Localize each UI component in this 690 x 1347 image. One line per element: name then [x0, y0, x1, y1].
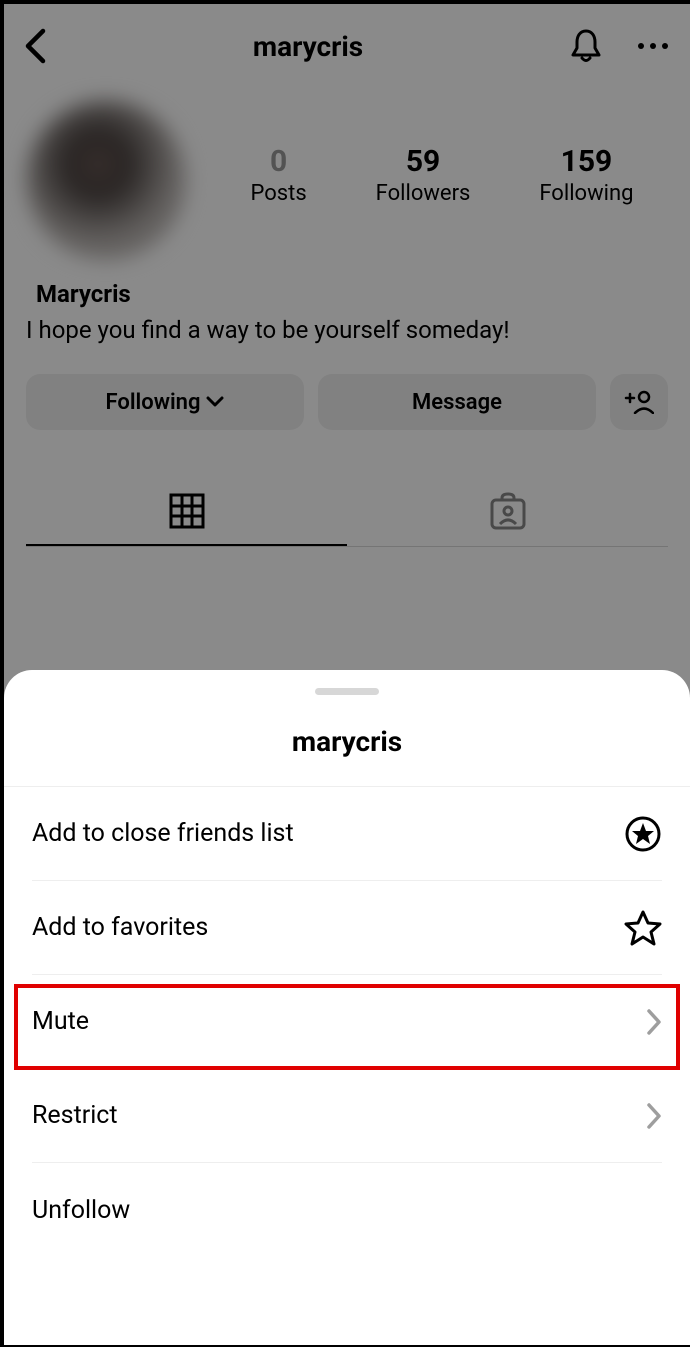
sheet-title: marycris — [4, 725, 690, 787]
sheet-item-favorites[interactable]: Add to favorites — [32, 881, 662, 975]
sheet-item-close-friends[interactable]: Add to close friends list — [32, 787, 662, 881]
sheet-item-restrict[interactable]: Restrict — [32, 1069, 662, 1163]
star-icon — [624, 909, 662, 947]
chevron-right-icon — [646, 1008, 662, 1036]
sheet-grabber[interactable] — [315, 688, 379, 695]
sheet-item-unfollow[interactable]: Unfollow — [32, 1163, 662, 1257]
chevron-right-icon — [646, 1102, 662, 1130]
star-circle-icon — [624, 815, 662, 853]
following-sheet: marycris Add to close friends list Add t… — [4, 670, 690, 1345]
sheet-item-mute[interactable]: Mute — [32, 975, 662, 1069]
